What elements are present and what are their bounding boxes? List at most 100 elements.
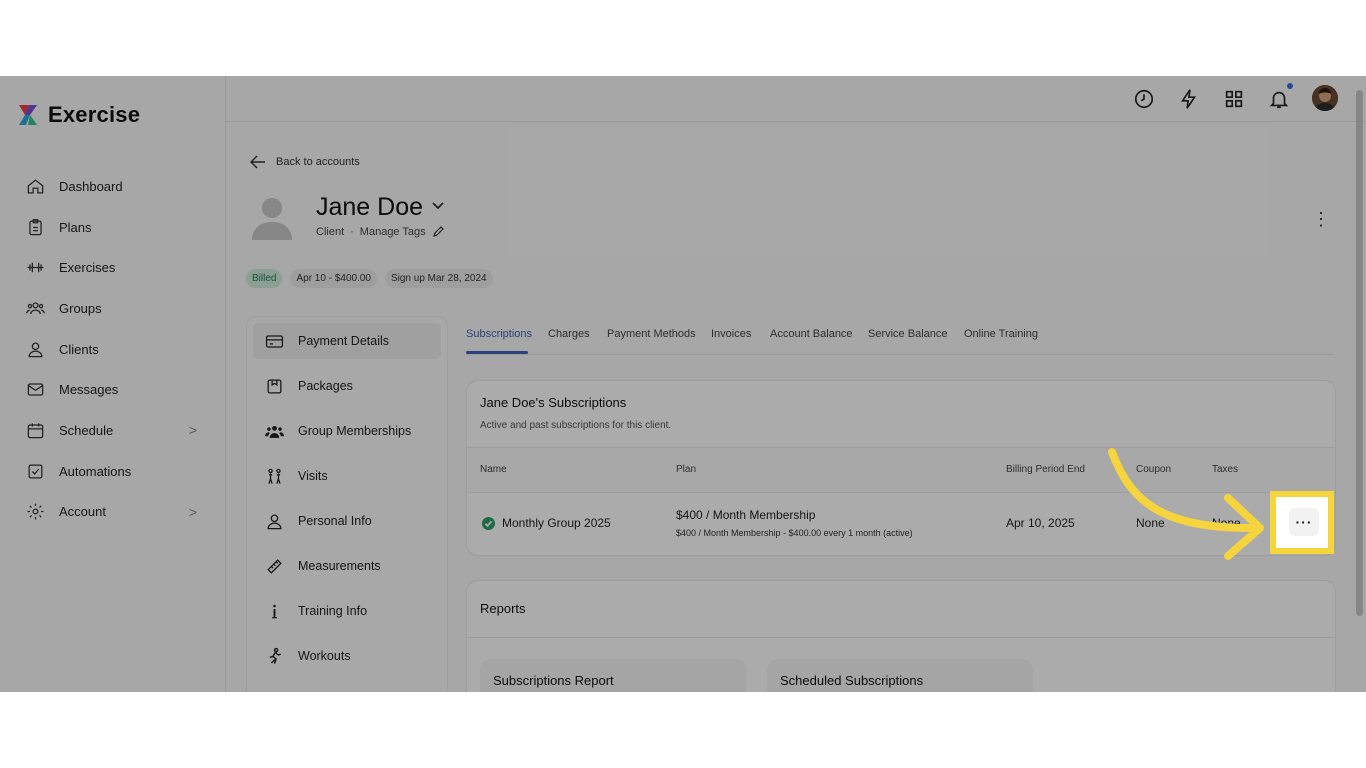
back-link[interactable]: Back to accounts — [250, 155, 360, 169]
gear-icon — [27, 503, 44, 520]
chevron-right-icon[interactable]: > — [189, 504, 197, 520]
sidebar-item-label: Messages — [59, 382, 119, 398]
app-title: Exercise — [48, 102, 141, 127]
billing-period-end: Apr 10, 2025 — [1006, 516, 1075, 530]
subnav-label: Training Info — [298, 604, 368, 618]
arrow-left-icon — [250, 155, 265, 169]
column-header-billing-end: Billing Period End — [1006, 464, 1085, 475]
report-card-title: Subscriptions Report — [493, 673, 614, 688]
subscription-name[interactable]: Monthly Group 2025 — [502, 516, 611, 530]
group-icon — [265, 425, 284, 438]
subnav-item-training-info[interactable]: Training Info — [253, 593, 441, 629]
subnav-label: Visits — [298, 469, 328, 483]
credit-card-icon — [265, 334, 284, 348]
chevron-right-icon[interactable]: > — [189, 422, 197, 438]
sidebar-item-account[interactable]: Account > — [0, 492, 225, 533]
client-subtitle: Client · Manage Tags — [316, 226, 444, 238]
group-icon — [26, 302, 45, 315]
reports-title: Reports — [480, 601, 526, 616]
annotation-arrow-icon — [1108, 448, 1264, 560]
calendar-icon — [27, 423, 44, 439]
signup-chip: Sign up Mar 28, 2024 — [384, 269, 493, 288]
sidebar-item-label: Schedule — [59, 422, 114, 438]
package-icon — [267, 379, 282, 393]
sidebar-nav: Dashboard Plans Exercises Groups Clients… — [0, 166, 225, 532]
report-card-scheduled[interactable]: Scheduled Subscriptions — [767, 659, 1033, 692]
separator: · — [350, 226, 354, 238]
envelope-icon — [27, 383, 44, 396]
sidebar-item-groups[interactable]: Groups — [0, 288, 225, 329]
sidebar: Exercise Dashboard Plans Exercises Group… — [0, 76, 226, 692]
manage-tags-link[interactable]: Manage Tags — [360, 226, 426, 238]
subnav-item-measurements[interactable]: Measurements — [253, 548, 441, 584]
client-role: Client — [316, 226, 345, 238]
pencil-icon[interactable] — [432, 226, 444, 238]
clock-icon[interactable] — [1133, 88, 1155, 110]
client-subnav: Payment Details Packages Group Membershi… — [246, 316, 448, 692]
active-check-icon — [482, 517, 495, 530]
subscriptions-subtitle: Active and past subscriptions for this c… — [480, 420, 672, 431]
app-logo[interactable]: Exercise — [16, 102, 140, 128]
app-window: Exercise Dashboard Plans Exercises Group… — [0, 76, 1366, 692]
subscriptions-title: Jane Doe's Subscriptions — [480, 395, 627, 410]
tab-subscriptions[interactable]: Subscriptions — [466, 328, 532, 340]
tab-charges[interactable]: Charges — [548, 328, 590, 340]
billing-chip: Apr 10 - $400.00 — [290, 269, 377, 288]
subnav-item-workouts[interactable]: Workouts — [253, 638, 441, 674]
sidebar-item-label: Clients — [59, 341, 99, 357]
tab-service-balance[interactable]: Service Balance — [868, 328, 948, 340]
subnav-item-payment-details[interactable]: Payment Details — [253, 323, 441, 359]
sidebar-item-exercises[interactable]: Exercises — [0, 247, 225, 288]
tab-invoices[interactable]: Invoices — [711, 328, 751, 340]
ruler-icon — [267, 558, 282, 574]
subnav-label: Personal Info — [298, 514, 372, 528]
user-avatar[interactable] — [1312, 85, 1338, 111]
sidebar-item-label: Automations — [59, 463, 132, 479]
chevron-down-icon[interactable] — [432, 202, 444, 210]
sidebar-item-dashboard[interactable]: Dashboard — [0, 166, 225, 207]
tab-account-balance[interactable]: Account Balance — [770, 328, 853, 340]
sidebar-item-label: Dashboard — [59, 178, 123, 194]
apps-grid-icon[interactable] — [1223, 88, 1245, 110]
avatar-icon — [1312, 85, 1338, 111]
column-header-plan: Plan — [676, 464, 697, 475]
sidebar-item-label: Groups — [59, 300, 102, 316]
clipboard-icon — [29, 218, 42, 235]
divider — [467, 637, 1335, 638]
sidebar-item-clients[interactable]: Clients — [0, 329, 225, 370]
bell-icon[interactable] — [1268, 88, 1290, 110]
subnav-item-packages[interactable]: Packages — [253, 368, 441, 404]
status-badge: Billed — [246, 269, 283, 288]
report-card-subscriptions[interactable]: Subscriptions Report — [480, 659, 746, 692]
subnav-label: Measurements — [298, 559, 381, 573]
subnav-item-group-memberships[interactable]: Group Memberships — [253, 413, 441, 449]
dumbbell-icon — [27, 262, 44, 273]
sidebar-item-messages[interactable]: Messages — [0, 369, 225, 410]
subnav-label: Payment Details — [298, 334, 390, 348]
tab-online-training[interactable]: Online Training — [964, 328, 1038, 340]
client-name: Jane Doe — [316, 193, 424, 221]
scrollbar[interactable] — [1356, 90, 1363, 616]
client-placeholder-icon — [252, 198, 292, 240]
more-options-icon[interactable]: ⋮ — [1312, 210, 1330, 228]
tab-bar: Subscriptions Charges Payment Methods In… — [466, 326, 1334, 355]
status-chips: Billed Apr 10 - $400.00 Sign up Mar 28, … — [246, 269, 493, 288]
tab-payment-methods[interactable]: Payment Methods — [607, 328, 696, 340]
row-more-actions-button[interactable]: ··· — [1289, 508, 1319, 536]
subnav-item-visits[interactable]: Visits — [253, 458, 441, 494]
reports-card: Reports Subscriptions Report Scheduled S… — [466, 580, 1336, 692]
sidebar-item-automations[interactable]: Automations — [0, 451, 225, 492]
subnav-label: Group Memberships — [298, 424, 412, 438]
home-icon — [27, 179, 44, 194]
checkbox-icon — [28, 464, 43, 479]
sidebar-item-label: Account — [59, 504, 106, 520]
notification-dot — [1287, 83, 1293, 89]
info-icon — [272, 604, 277, 618]
logo-icon — [19, 105, 37, 125]
subnav-item-personal-info[interactable]: Personal Info — [253, 503, 441, 539]
subscription-plan-detail: $400 / Month Membership - $400.00 every … — [676, 528, 913, 538]
sidebar-item-schedule[interactable]: Schedule > — [0, 410, 225, 451]
bolt-icon[interactable] — [1178, 88, 1200, 110]
sidebar-item-plans[interactable]: Plans — [0, 207, 225, 248]
subnav-label: Workouts — [298, 649, 351, 663]
